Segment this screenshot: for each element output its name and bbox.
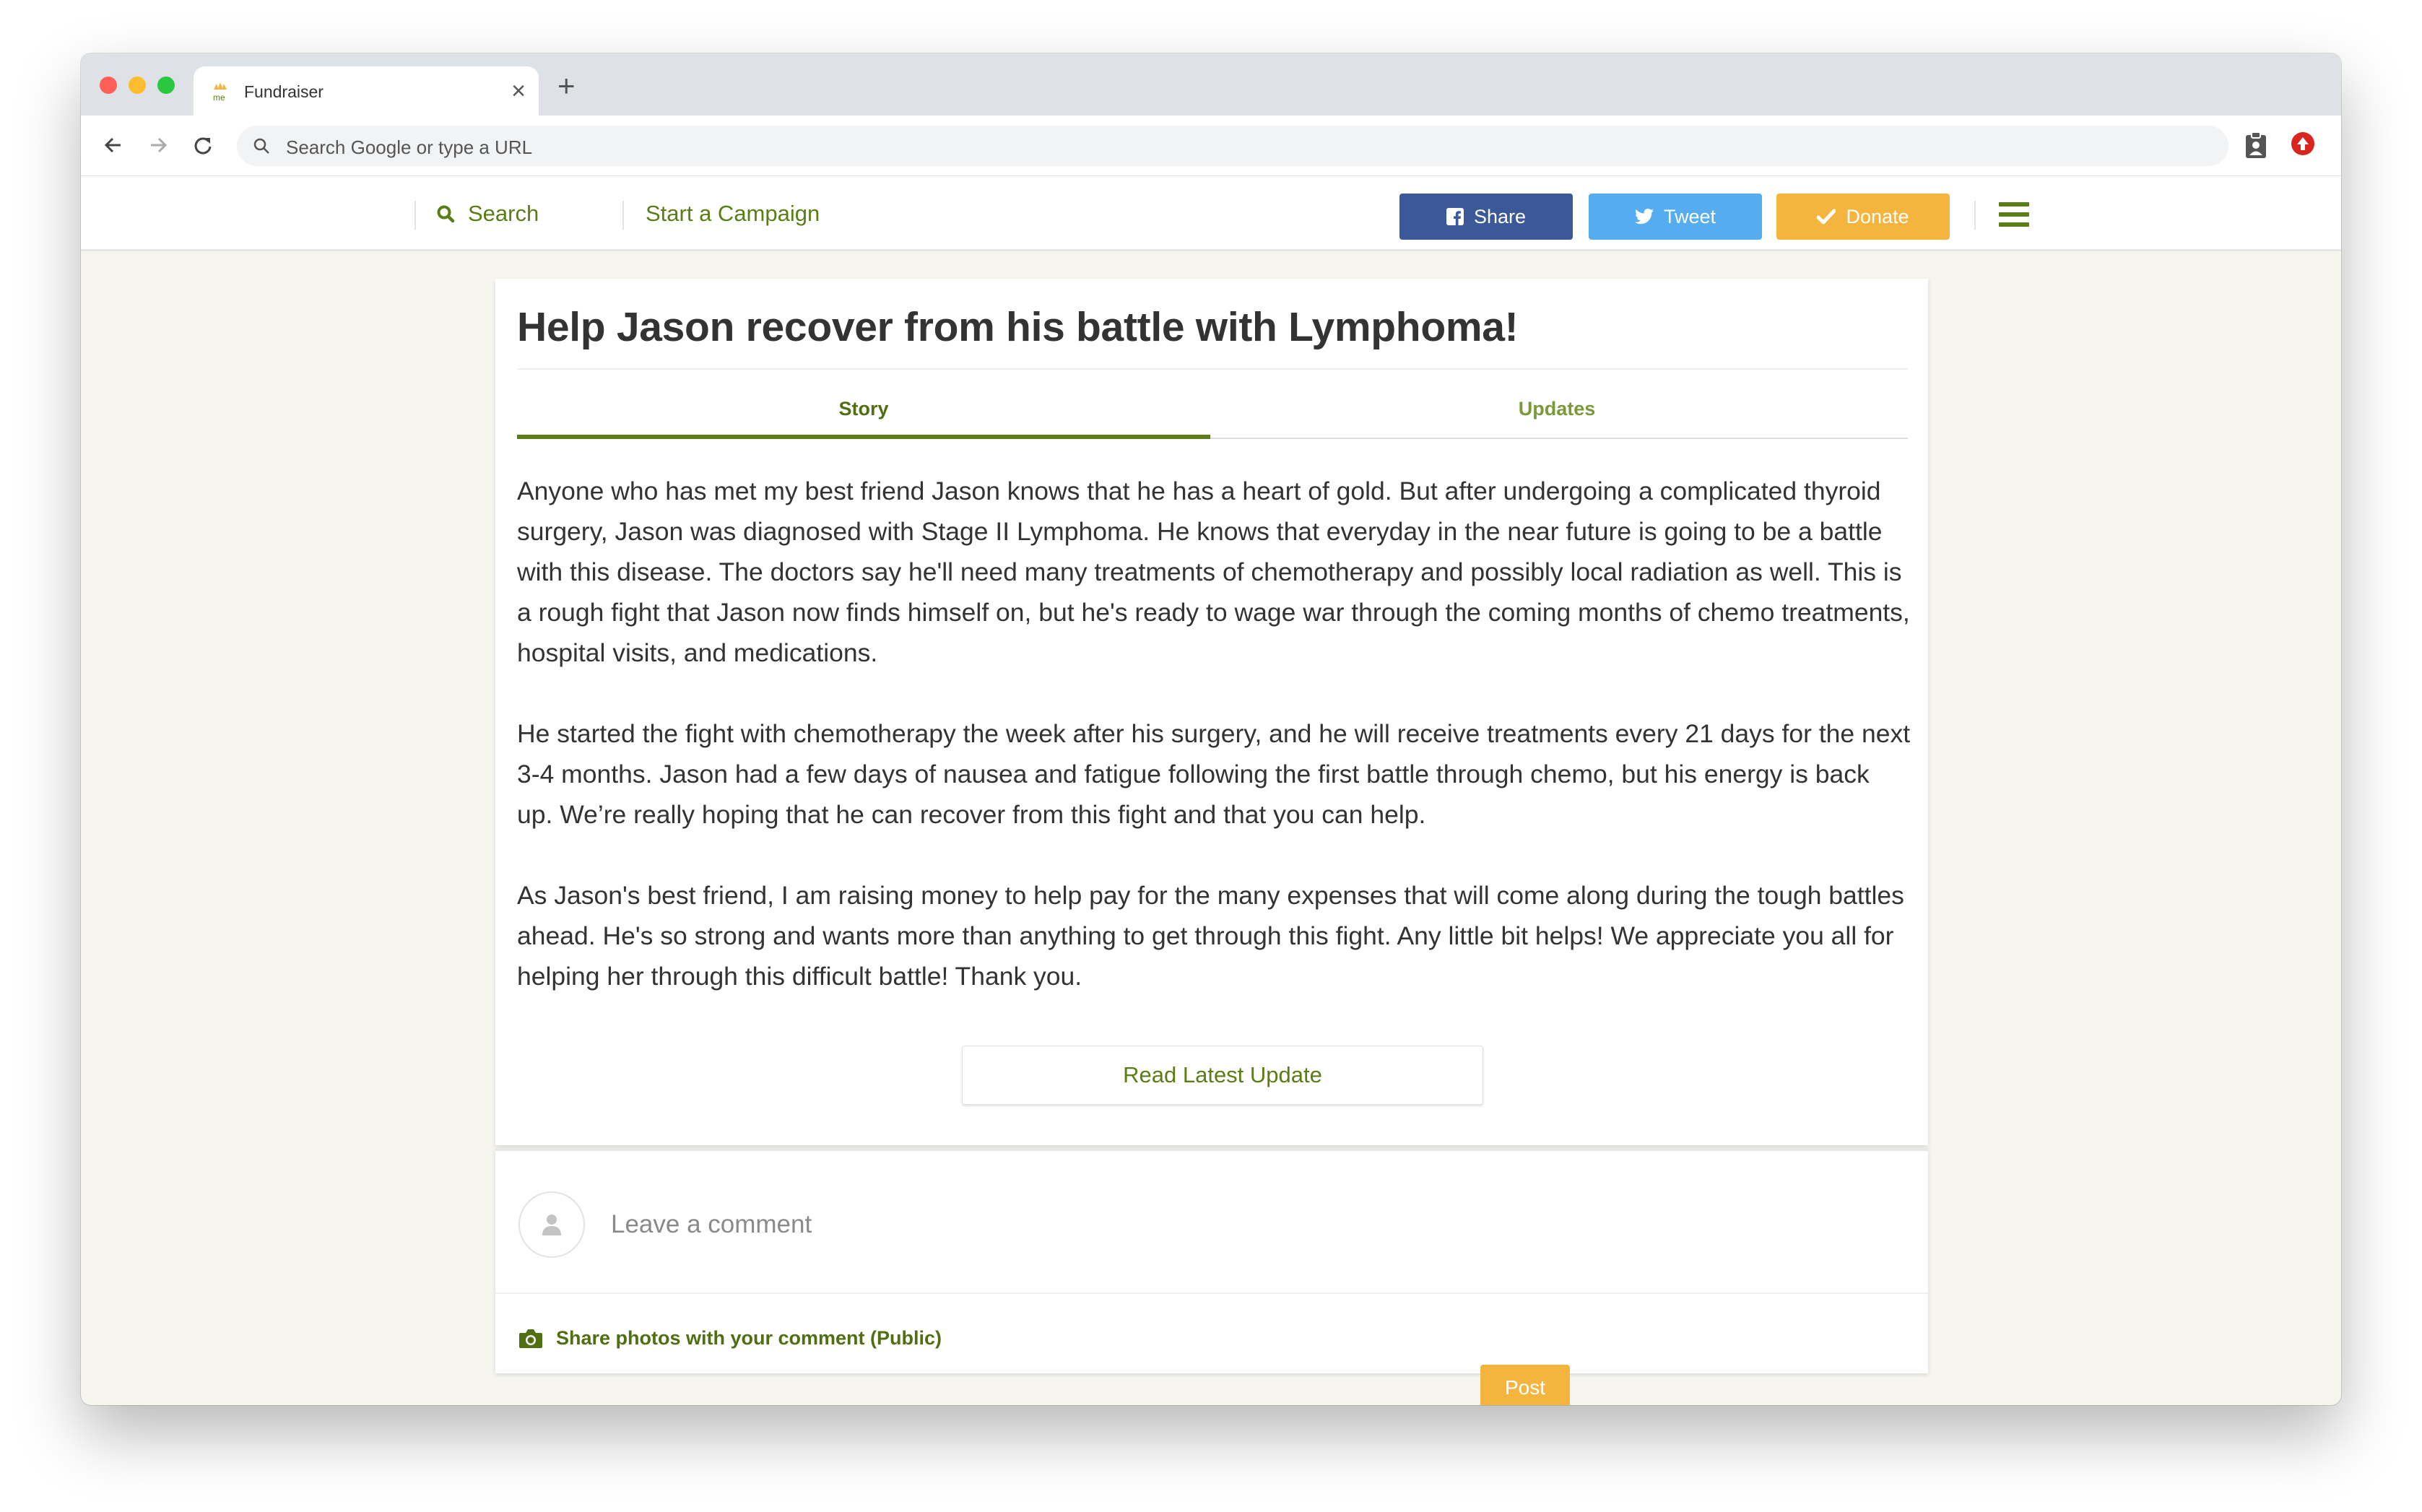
- header-divider: [414, 201, 416, 230]
- start-campaign-link[interactable]: Start a Campaign: [646, 201, 820, 227]
- campaign-card: Help Jason recover from his battle with …: [495, 279, 1928, 1145]
- browser-window: me Fundraiser × + Search Google or type …: [81, 53, 2341, 1405]
- tab-title: Fundraiser: [244, 82, 324, 101]
- maximize-window-button[interactable]: [157, 77, 175, 94]
- donate-button[interactable]: Donate: [1776, 194, 1950, 240]
- header-divider: [1974, 201, 1976, 230]
- checkmark-icon: [1817, 209, 1836, 225]
- reload-icon: [194, 137, 212, 155]
- address-bar[interactable]: Search Google or type a URL: [237, 126, 2228, 166]
- forward-button[interactable]: [140, 127, 176, 163]
- facebook-share-button[interactable]: Share: [1399, 194, 1573, 240]
- title-divider: [517, 368, 1908, 370]
- tab-story[interactable]: Story: [517, 393, 1210, 439]
- search-icon: [437, 205, 455, 223]
- twitter-bird-icon: [1634, 209, 1654, 225]
- hamburger-menu-icon[interactable]: [1999, 202, 2029, 227]
- browser-toolbar: Search Google or type a URL: [81, 116, 2341, 176]
- camera-icon: [519, 1329, 542, 1348]
- reload-button[interactable]: [185, 127, 221, 163]
- share-label: Share: [1473, 205, 1527, 227]
- comment-divider: [495, 1292, 1928, 1294]
- share-photos-link[interactable]: Share photos with your comment (Public): [518, 1327, 942, 1350]
- back-button[interactable]: [95, 127, 131, 163]
- clipboard-icon[interactable]: [2244, 131, 2267, 159]
- post-comment-button[interactable]: Post: [1480, 1365, 1570, 1405]
- site-header: Search Start a Campaign Share Tweet Dona…: [81, 176, 2341, 251]
- avatar: [518, 1191, 585, 1258]
- comment-input[interactable]: [611, 1191, 1896, 1258]
- story-body: Anyone who has met my best friend Jason …: [517, 471, 1911, 1037]
- story-paragraph: Anyone who has met my best friend Jason …: [517, 477, 1910, 667]
- donate-label: Donate: [1846, 205, 1909, 227]
- read-latest-update-button[interactable]: Read Latest Update: [962, 1046, 1483, 1105]
- tweet-button[interactable]: Tweet: [1589, 194, 1762, 240]
- story-paragraph: He started the fight with chemotherapy t…: [517, 719, 1911, 829]
- browser-tab[interactable]: me Fundraiser ×: [194, 66, 539, 116]
- comment-card: Share photos with your comment (Public): [495, 1148, 1928, 1373]
- tab-strip: me Fundraiser × +: [81, 53, 2341, 116]
- address-bar-placeholder: Search Google or type a URL: [286, 136, 533, 158]
- tab-updates[interactable]: Updates: [1210, 393, 1904, 439]
- extension-icon[interactable]: [2291, 131, 2315, 156]
- story-paragraph: As Jason's best friend, I am raising mon…: [517, 881, 1904, 991]
- search-icon: [253, 138, 269, 154]
- tab-close-icon[interactable]: ×: [511, 77, 526, 105]
- back-arrow-icon: [104, 137, 121, 153]
- minimize-window-button[interactable]: [129, 77, 146, 94]
- user-placeholder-icon: [542, 1215, 561, 1235]
- share-photos-label: Share photos with your comment (Public): [556, 1327, 942, 1349]
- close-window-button[interactable]: [100, 77, 117, 94]
- start-campaign-label: Start a Campaign: [646, 201, 820, 226]
- tweet-label: Tweet: [1663, 205, 1716, 227]
- header-search-link[interactable]: Search: [436, 201, 539, 227]
- site-favicon-icon: me: [209, 81, 231, 103]
- new-tab-button[interactable]: +: [557, 69, 576, 103]
- campaign-tabs: Story Updates: [517, 393, 1908, 439]
- campaign-title: Help Jason recover from his battle with …: [517, 304, 1519, 350]
- forward-arrow-icon: [151, 137, 168, 153]
- favicon-text: me: [213, 92, 225, 103]
- header-divider: [622, 201, 624, 230]
- facebook-icon: [1446, 208, 1464, 225]
- search-label: Search: [468, 201, 539, 226]
